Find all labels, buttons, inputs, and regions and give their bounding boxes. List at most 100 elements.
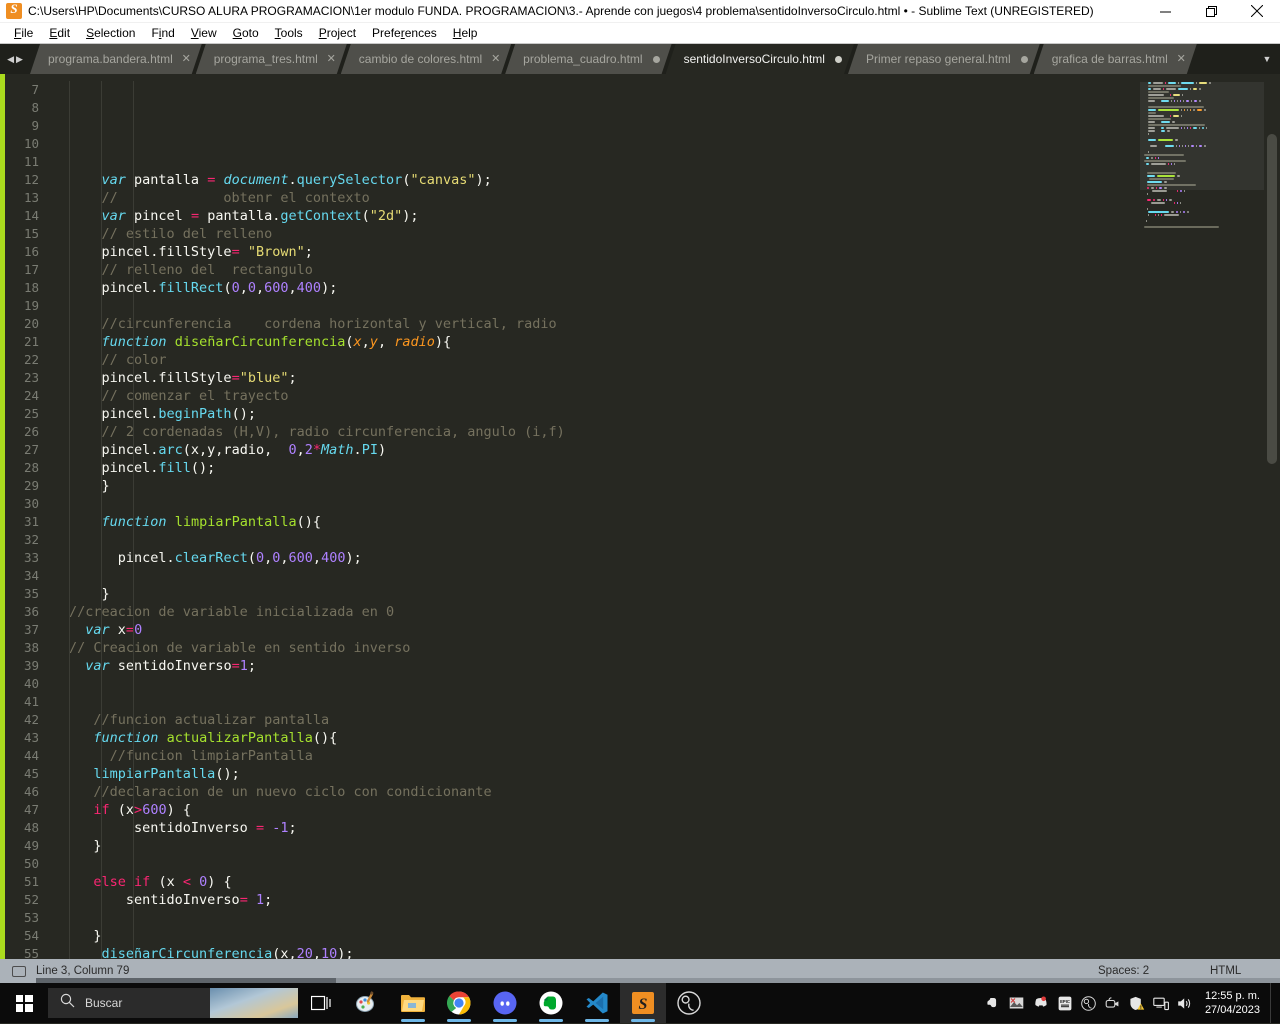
code-line[interactable]: // color: [69, 351, 1280, 369]
evernote-tray-icon[interactable]: [981, 983, 1005, 1023]
menu-item-tools[interactable]: Tools: [267, 24, 311, 42]
code-line[interactable]: //declaracion de un nuevo ciclo con cond…: [69, 783, 1280, 801]
indentation-setting[interactable]: Spaces: 2: [1098, 965, 1149, 977]
code-line[interactable]: // Creacion de variable en sentido inver…: [69, 639, 1280, 657]
code-line[interactable]: function diseñarCircunferencia(x,y, radi…: [69, 333, 1280, 351]
code-line[interactable]: // obtenr el contexto: [69, 189, 1280, 207]
security-warning-icon[interactable]: [1125, 983, 1149, 1023]
code-line[interactable]: [69, 693, 1280, 711]
code-line[interactable]: [69, 297, 1280, 315]
code-line[interactable]: [69, 675, 1280, 693]
close-button[interactable]: [1234, 0, 1280, 23]
code-content[interactable]: var pantalla = document.querySelector("c…: [47, 74, 1280, 959]
code-line[interactable]: //creacion de variable inicializada en 0: [69, 603, 1280, 621]
code-line[interactable]: [69, 567, 1280, 585]
code-line[interactable]: sentidoInverso= 1;: [69, 891, 1280, 909]
code-line[interactable]: }: [69, 927, 1280, 945]
tab-close-icon[interactable]: ✕: [490, 54, 501, 65]
tab-3[interactable]: problema_cuadro.html: [505, 44, 671, 74]
tab-prev-arrow[interactable]: ◀: [7, 54, 14, 64]
menu-item-project[interactable]: Project: [311, 24, 364, 42]
code-line[interactable]: [69, 495, 1280, 513]
discord-icon[interactable]: [482, 983, 528, 1023]
code-line[interactable]: var sentidoInverso=1;: [69, 657, 1280, 675]
code-line[interactable]: }: [69, 837, 1280, 855]
code-line[interactable]: }: [69, 585, 1280, 603]
code-line[interactable]: var x=0: [69, 621, 1280, 639]
code-line[interactable]: // relleno del rectangulo: [69, 261, 1280, 279]
tab-close-icon[interactable]: ✕: [326, 54, 337, 65]
minimap-viewport[interactable]: [1140, 82, 1264, 190]
code-line[interactable]: limpiarPantalla();: [69, 765, 1280, 783]
tab-dirty-dot[interactable]: [653, 56, 660, 63]
tab-1[interactable]: programa_tres.html ✕: [196, 44, 347, 74]
syntax-setting[interactable]: HTML: [1210, 965, 1241, 977]
start-button[interactable]: [0, 983, 48, 1023]
code-line[interactable]: // estilo del relleno: [69, 225, 1280, 243]
taskbar-clock[interactable]: 12:55 p. m. 27/04/2023: [1197, 983, 1270, 1023]
tab-2[interactable]: cambio de colores.html ✕: [341, 44, 511, 74]
network-icon[interactable]: [1149, 983, 1173, 1023]
code-line[interactable]: pincel.beginPath();: [69, 405, 1280, 423]
discord-tray-icon[interactable]: [1029, 983, 1053, 1023]
tab-dirty-dot[interactable]: [835, 56, 842, 63]
code-line[interactable]: //funcion actualizar pantalla: [69, 711, 1280, 729]
menu-item-view[interactable]: View: [183, 24, 225, 42]
editor-area[interactable]: 7 8 9 10 11 12 13 14 15 16 17 18 19 20 21 22 23 24 25 26 27 2…: [0, 74, 1280, 959]
tab-scroll-arrows[interactable]: ◀ ▶: [0, 44, 30, 74]
chrome-icon[interactable]: [436, 983, 482, 1023]
sidebar-toggle-icon[interactable]: [12, 965, 26, 977]
code-line[interactable]: pincel.fillStyle= "Brown";: [69, 243, 1280, 261]
menu-item-find[interactable]: Find: [143, 24, 182, 42]
tab-6[interactable]: grafica de barras.html ✕: [1034, 44, 1197, 74]
menu-item-goto[interactable]: Goto: [225, 24, 267, 42]
tab-close-icon[interactable]: ✕: [181, 54, 192, 65]
code-line[interactable]: [69, 531, 1280, 549]
menu-item-edit[interactable]: Edit: [41, 24, 78, 42]
show-desktop-button[interactable]: [1270, 983, 1276, 1023]
sublime-text-icon[interactable]: S: [620, 983, 666, 1023]
vscode-icon[interactable]: [574, 983, 620, 1023]
code-line[interactable]: pincel.fillRect(0,0,600,400);: [69, 279, 1280, 297]
camera-tray-icon[interactable]: [1101, 983, 1125, 1023]
tab-0[interactable]: programa.bandera.html ✕: [30, 44, 202, 74]
vertical-scrollbar[interactable]: [1264, 74, 1280, 959]
code-line[interactable]: }: [69, 477, 1280, 495]
volume-icon[interactable]: [1173, 983, 1197, 1023]
code-line[interactable]: // comenzar el trayecto: [69, 387, 1280, 405]
image-tray-icon[interactable]: [1005, 983, 1029, 1023]
tab-overflow-button[interactable]: ▼: [1254, 44, 1280, 74]
menu-item-file[interactable]: File: [6, 24, 41, 42]
menu-item-selection[interactable]: Selection: [78, 24, 143, 42]
file-explorer-icon[interactable]: [390, 983, 436, 1023]
maximize-button[interactable]: [1188, 0, 1234, 23]
code-line[interactable]: pincel.arc(x,y,radio, 0,2*Math.PI): [69, 441, 1280, 459]
code-line[interactable]: // 2 cordenadas (H,V), radio circunferen…: [69, 423, 1280, 441]
code-line[interactable]: //circunferencia cordena horizontal y ve…: [69, 315, 1280, 333]
code-line[interactable]: //funcion limpiarPantalla: [69, 747, 1280, 765]
code-line[interactable]: if (x>600) {: [69, 801, 1280, 819]
obs-icon[interactable]: [666, 983, 712, 1023]
code-line[interactable]: pincel.fill();: [69, 459, 1280, 477]
code-line[interactable]: function limpiarPantalla(){: [69, 513, 1280, 531]
search-wallpaper-thumbnail[interactable]: [210, 988, 298, 1018]
code-line[interactable]: pincel.clearRect(0,0,600,400);: [69, 549, 1280, 567]
tab-dirty-dot[interactable]: [1021, 56, 1028, 63]
menu-item-preferences[interactable]: Preferences: [364, 24, 445, 42]
epic-games-tray-icon[interactable]: EPIC: [1053, 983, 1077, 1023]
code-line[interactable]: [69, 855, 1280, 873]
code-line[interactable]: diseñarCircunferencia(x,20,10);: [69, 945, 1280, 959]
code-line[interactable]: var pincel = pantalla.getContext("2d");: [69, 207, 1280, 225]
minimize-button[interactable]: [1142, 0, 1188, 23]
code-line[interactable]: [69, 909, 1280, 927]
paint-icon[interactable]: [344, 983, 390, 1023]
vertical-scrollbar-thumb[interactable]: [1267, 134, 1277, 464]
code-line[interactable]: pincel.fillStyle="blue";: [69, 369, 1280, 387]
code-line[interactable]: function actualizarPantalla(){: [69, 729, 1280, 747]
code-line[interactable]: sentidoInverso = -1;: [69, 819, 1280, 837]
minimap[interactable]: [1140, 74, 1264, 959]
tab-4[interactable]: sentidoInversoCirculo.html: [666, 44, 854, 74]
evernote-icon[interactable]: [528, 983, 574, 1023]
tab-5[interactable]: Primer repaso general.html: [848, 44, 1040, 74]
taskbar-search-box[interactable]: Buscar: [48, 988, 298, 1018]
